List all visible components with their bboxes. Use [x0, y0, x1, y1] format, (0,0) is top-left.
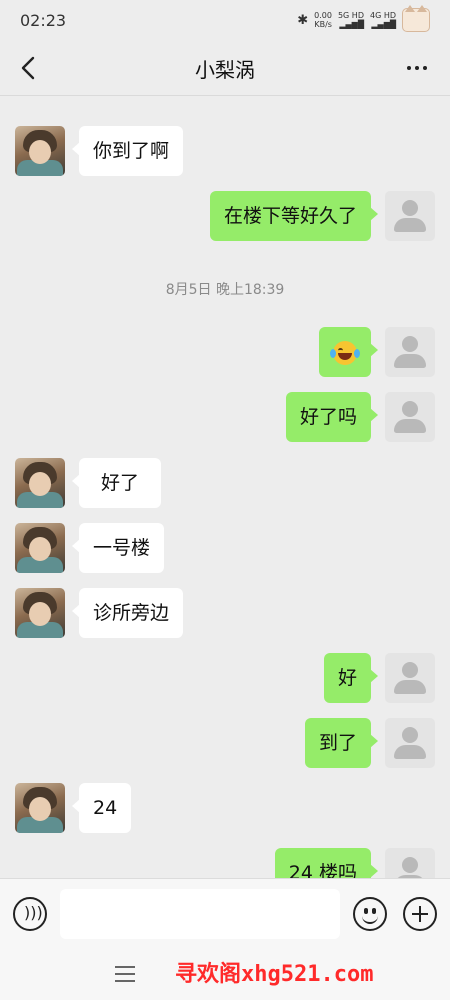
message-input[interactable] [60, 889, 340, 939]
message-bubble-outgoing[interactable] [319, 327, 378, 377]
status-icons: ✱ 0.00 KB/s 5G HD ▂▄▆█ 4G HD ▂▄▆█ [297, 5, 430, 32]
net-speed-unit: KB/s [314, 20, 332, 29]
more-actions-plus-icon[interactable] [403, 897, 437, 931]
my-avatar[interactable] [385, 653, 435, 703]
message-bubble-incoming[interactable]: 24 [71, 783, 132, 833]
signal-bars-icon: ▂▄▆█ [339, 20, 364, 29]
emoji-picker-icon[interactable] [353, 897, 387, 931]
chat-header: 小梨涡 [0, 40, 450, 96]
my-avatar[interactable] [385, 392, 435, 442]
chat-title: 小梨涡 [195, 57, 255, 82]
contact-avatar[interactable] [15, 783, 65, 833]
timestamp-separator: 8月5日 晚上18:39 [165, 282, 285, 298]
message-row: 24 楼吗 [274, 848, 379, 878]
voice-input-icon[interactable]: ))) [13, 897, 47, 931]
message-bubble-incoming[interactable]: 你到了啊 [71, 126, 184, 176]
my-avatar[interactable] [385, 718, 435, 768]
message-row: 到了 [304, 718, 379, 768]
laughing-tears-emoji-icon [330, 340, 360, 365]
message-bubble-outgoing[interactable]: 到了 [304, 718, 379, 768]
signal-4g-label: 4G HD [369, 11, 396, 20]
message-row: 一号楼 [71, 523, 165, 573]
message-row: 好 [323, 653, 379, 703]
message-row: 好了 [71, 458, 162, 508]
message-row: 24 [71, 783, 132, 833]
message-bubble-outgoing[interactable]: 24 楼吗 [274, 848, 379, 878]
message-row: 在楼下等好久了 [209, 191, 379, 241]
contact-avatar[interactable] [15, 523, 65, 573]
message-bubble-incoming[interactable]: 一号楼 [71, 523, 165, 573]
message-bubble-incoming[interactable]: 好了 [71, 458, 162, 508]
message-bubble-outgoing[interactable]: 好 [323, 653, 379, 703]
contact-avatar[interactable] [15, 126, 65, 176]
message-row [319, 327, 378, 377]
signal-5g: 5G HD ▂▄▆█ [338, 11, 364, 29]
contact-avatar[interactable] [15, 458, 65, 508]
net-speed-value: 0.00 [314, 11, 332, 20]
back-arrow-icon[interactable] [16, 54, 44, 82]
my-avatar[interactable] [385, 327, 435, 377]
message-row: 你到了啊 [71, 126, 184, 176]
more-options-icon[interactable] [402, 54, 432, 82]
message-bubble-outgoing[interactable]: 在楼下等好久了 [209, 191, 379, 241]
chat-messages[interactable]: 你到了啊 在楼下等好久了 8月5日 晚上18:39 好了吗 好了 一号楼 诊所旁… [0, 96, 450, 878]
watermark-text: 寻欢阁xhg521.com [175, 962, 374, 987]
bluetooth-icon: ✱ [297, 12, 309, 28]
signal-4g: 4G HD ▂▄▆█ [370, 11, 396, 29]
contact-avatar[interactable] [15, 588, 65, 638]
my-avatar[interactable] [385, 191, 435, 241]
cat-battery-icon [402, 5, 430, 32]
message-bubble-incoming[interactable]: 诊所旁边 [71, 588, 184, 638]
menu-icon[interactable] [115, 966, 135, 982]
my-avatar[interactable] [385, 848, 435, 878]
message-row: 好了吗 [285, 392, 379, 442]
message-row: 诊所旁边 [71, 588, 184, 638]
net-speed: 0.00 KB/s [314, 11, 332, 29]
input-bar: ))) [0, 878, 450, 951]
signal-bars-icon: ▂▄▆█ [371, 20, 396, 29]
status-bar: 02:23 ✱ 0.00 KB/s 5G HD ▂▄▆█ 4G HD ▂▄▆█ [0, 0, 450, 40]
status-time: 02:23 [20, 10, 67, 30]
message-bubble-outgoing[interactable]: 好了吗 [285, 392, 379, 442]
signal-5g-label: 5G HD [337, 11, 364, 20]
